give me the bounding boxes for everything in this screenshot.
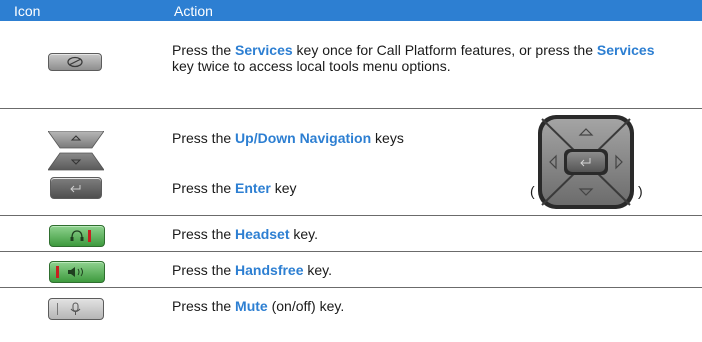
action-text-segment: key once for Call Platform features, or … — [292, 42, 597, 58]
row-action-text: Press the Up/Down Navigation keys — [172, 130, 492, 146]
header-action-column: Action — [174, 3, 213, 19]
action-text-segment: key. — [303, 262, 333, 278]
key-name-highlight: Handsfree — [235, 262, 304, 278]
services-key-icon — [48, 53, 102, 71]
header-icon-column: Icon — [14, 3, 41, 19]
row-action-text: Press the Enter key — [172, 180, 492, 196]
handsfree-key-icon — [49, 261, 105, 283]
table-row-handsfree: Press the Handsfree key. — [0, 252, 702, 288]
row-action-text: Press the Headset key. — [172, 226, 672, 242]
close-parenthesis: ) — [638, 183, 643, 199]
row-action-text: Press the Services key once for Call Pla… — [172, 42, 672, 74]
key-reference-table: Icon Action Press the Services key once … — [0, 0, 702, 342]
key-name-highlight: Services — [235, 42, 293, 58]
up-down-navigation-keys-icon — [47, 130, 105, 171]
key-name-highlight: Services — [596, 42, 655, 58]
action-text-segment: Press the — [172, 130, 236, 146]
key-name-highlight: Up/Down Navigation — [235, 130, 372, 146]
key-name-highlight: Headset — [235, 226, 290, 242]
action-text-segment: Press the — [172, 298, 236, 314]
enter-key-icon — [50, 177, 102, 199]
action-text-segment: key. — [289, 226, 319, 242]
action-text-segment: (on/off) key. — [267, 298, 345, 314]
open-parenthesis: ( — [530, 183, 535, 199]
action-text-segment: keys — [371, 130, 404, 146]
action-text-segment: key — [270, 180, 297, 196]
row-action-text: Press the Mute (on/off) key. — [172, 298, 672, 314]
key-name-highlight: Enter — [235, 180, 271, 196]
table-row-navigation: Press the Up/Down Navigation keys Press … — [0, 109, 702, 216]
table-header: Icon Action — [0, 0, 702, 21]
action-text-segment: Press the — [172, 226, 236, 242]
action-text-segment: Press the — [172, 180, 236, 196]
action-text-segment: Press the — [172, 262, 236, 278]
action-text-segment: key twice to access local tools menu opt… — [172, 58, 451, 74]
mute-key-icon — [48, 298, 104, 320]
key-name-highlight: Mute — [235, 298, 268, 314]
navigation-cluster-icon — [536, 113, 636, 211]
table-row-headset: Press the Headset key. — [0, 216, 702, 252]
headset-key-icon — [49, 225, 105, 247]
row-action-text: Press the Handsfree key. — [172, 262, 672, 278]
action-text-segment: Press the — [172, 42, 236, 58]
table-row-services: Press the Services key once for Call Pla… — [0, 21, 702, 109]
table-row-mute: Press the Mute (on/off) key. — [0, 288, 702, 342]
